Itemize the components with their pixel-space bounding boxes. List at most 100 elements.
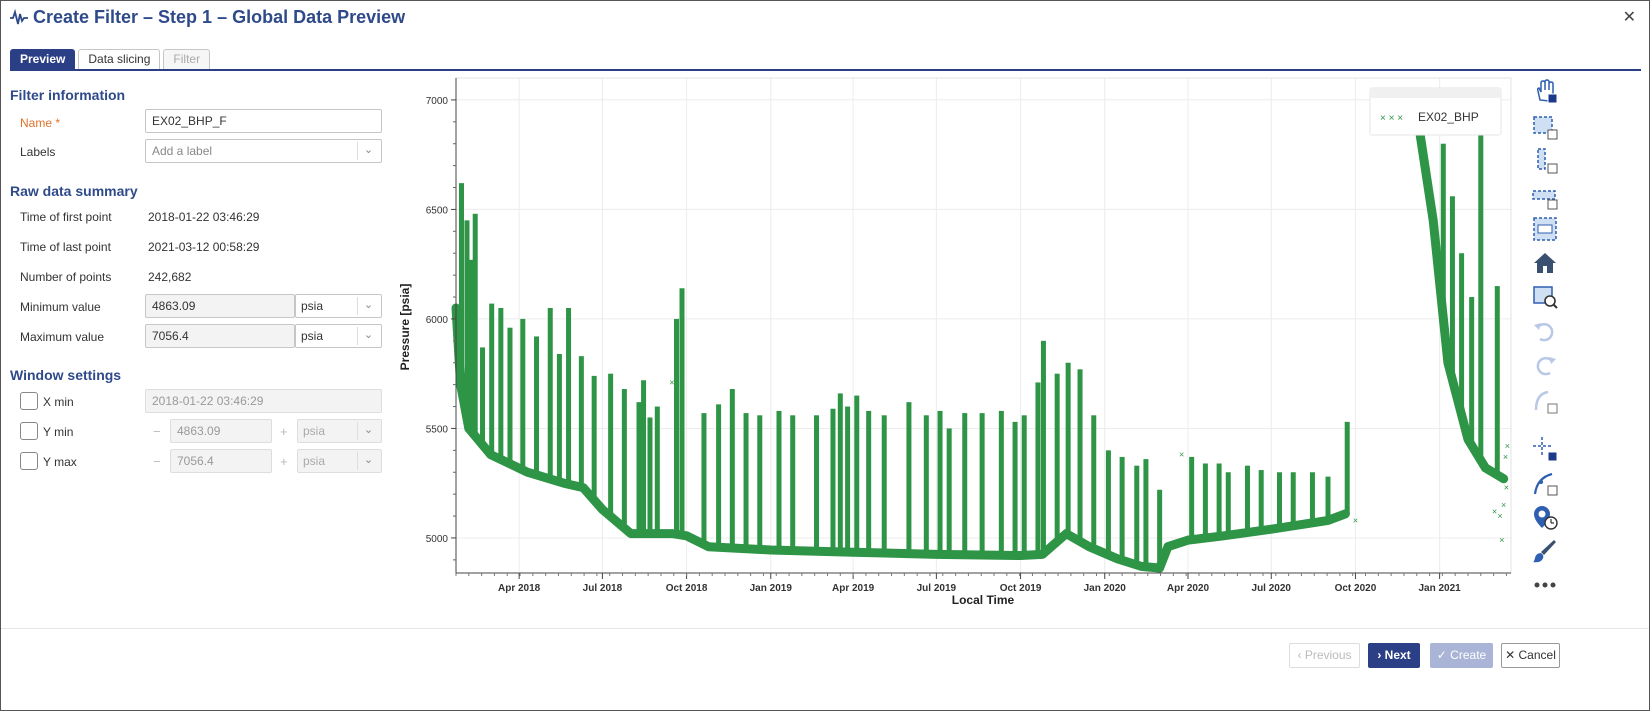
data-spike [636,402,642,534]
y-tick-label: 5000 [426,534,449,545]
y-max-input[interactable]: 7056.4 [170,449,272,473]
y-max-unit-value: psia [303,454,326,468]
pan-hand-icon[interactable] [1532,78,1558,104]
undo-icon[interactable] [1532,318,1558,344]
data-spike [1202,463,1208,539]
close-icon[interactable]: ✕ [1623,7,1636,27]
data-spike [641,380,647,534]
y-axis-label: Pressure [psia] [398,284,412,371]
x-tick-label: Jul 2018 [583,583,623,594]
y-min-label: Y min [43,425,74,439]
data-spike [837,393,843,552]
baseline-band [451,303,1350,573]
data-spike [472,213,478,437]
data-spike [906,402,912,554]
data-spike [1459,253,1465,416]
data-spike [1021,415,1027,556]
chevron-down-icon[interactable]: ⌄ [357,452,379,470]
labels-dropdown[interactable]: Add a label ⌄ [145,139,382,163]
dialog-header: Create Filter – Step 1 – Global Data Pre… [0,0,1650,36]
data-spike [464,220,470,419]
chevron-down-icon[interactable]: ⌄ [357,422,379,440]
data-spike [701,413,707,545]
create-button[interactable]: ✓ Create [1430,643,1493,668]
y-select-icon[interactable] [1532,184,1558,210]
point-count-value: 242,682 [148,270,192,284]
raw-data-summary-title: Raw data summary [10,183,138,199]
legend-marker: × × × [1380,113,1403,124]
data-spike [578,356,584,488]
box-select-icon[interactable] [1532,216,1558,242]
x-select-icon[interactable] [1532,148,1558,174]
cancel-button[interactable]: ✕ Cancel [1501,643,1560,668]
data-spike [507,327,513,464]
box-zoom-icon[interactable] [1532,114,1558,140]
chevron-down-icon[interactable]: ⌄ [357,142,379,160]
y-min-decrement-button[interactable]: − [153,424,161,439]
data-spike [1035,382,1041,555]
chevron-down-icon[interactable]: ⌄ [357,297,379,315]
data-point: × [1501,500,1506,510]
data-spike [1216,463,1222,537]
crosshair-icon[interactable] [1532,388,1558,414]
y-max-increment-button[interactable]: + [280,454,288,469]
filter-information-title: Filter information [10,87,126,103]
previous-button[interactable]: ‹ Previous [1289,643,1360,668]
name-input[interactable]: EX02_BHP_F [145,109,382,133]
paintbrush-icon[interactable] [1532,538,1558,564]
dialog-title: Create Filter – Step 1 – Global Data Pre… [33,7,406,27]
data-spike [1469,297,1475,446]
legend-header [1370,88,1501,98]
maximum-unit-value: psia [301,329,324,343]
y-min-input[interactable]: 4863.09 [170,419,272,443]
data-spike [458,183,464,390]
y-min-checkbox[interactable] [20,422,38,440]
x-tick-label: Apr 2020 [1167,583,1210,594]
y-tick-label: 6000 [426,315,449,326]
data-spike [489,303,495,456]
x-min-checkbox[interactable] [20,392,38,410]
x-tick-label: Apr 2018 [498,583,541,594]
tab-underline [10,69,1641,71]
curve-fit-icon[interactable] [1532,470,1558,496]
zoom-to-fit-icon[interactable] [1532,284,1558,310]
y-max-label: Y max [43,455,77,469]
home-icon[interactable] [1532,250,1558,276]
tab-data-slicing[interactable]: Data slicing [78,49,161,70]
y-max-decrement-button[interactable]: − [153,454,161,469]
pressure-chart[interactable]: ×××× ×××××× 50005500600065007000Apr 2018 J… [395,75,1520,615]
last-point-value: 2021-03-12 00:58:29 [148,240,260,254]
y-max-unit-select[interactable]: psia ⌄ [297,449,382,473]
hover-tooltip-icon[interactable] [1532,504,1558,530]
more-options-icon[interactable] [1532,572,1558,598]
y-min-unit-value: psia [303,424,326,438]
y-min-unit-select[interactable]: psia ⌄ [297,419,382,443]
data-spike [1143,459,1149,567]
series-points: ×××× ×××××× [669,377,1510,545]
data-spike [1494,286,1500,475]
x-tick-label: Jan 2019 [750,583,793,594]
data-spike [1478,132,1484,461]
y-max-checkbox[interactable] [20,452,38,470]
maximum-unit-select[interactable]: psia ⌄ [295,324,382,348]
name-label: Name * [20,116,61,130]
minimum-unit-select[interactable]: psia ⌄ [295,294,382,318]
window-settings-title: Window settings [10,367,122,383]
chevron-down-icon[interactable]: ⌄ [357,327,379,345]
data-point: × [1353,515,1358,525]
y-min-increment-button[interactable]: + [280,424,288,439]
next-button[interactable]: › Next [1368,643,1420,668]
data-spike [1157,489,1163,568]
tab-preview[interactable]: Preview [10,49,76,70]
data-spike [881,415,887,554]
cursor-tool-icon[interactable] [1532,436,1558,462]
data-spike [498,307,504,460]
data-spike [1244,465,1250,533]
data-spike [1054,373,1060,542]
x-tick-label: Oct 2018 [666,583,708,594]
data-spike [1325,476,1331,521]
data-point: × [1499,535,1504,545]
data-spike [866,410,872,553]
x-min-input[interactable]: 2018-01-22 03:46:29 [145,389,382,413]
redo-icon[interactable] [1532,352,1558,378]
